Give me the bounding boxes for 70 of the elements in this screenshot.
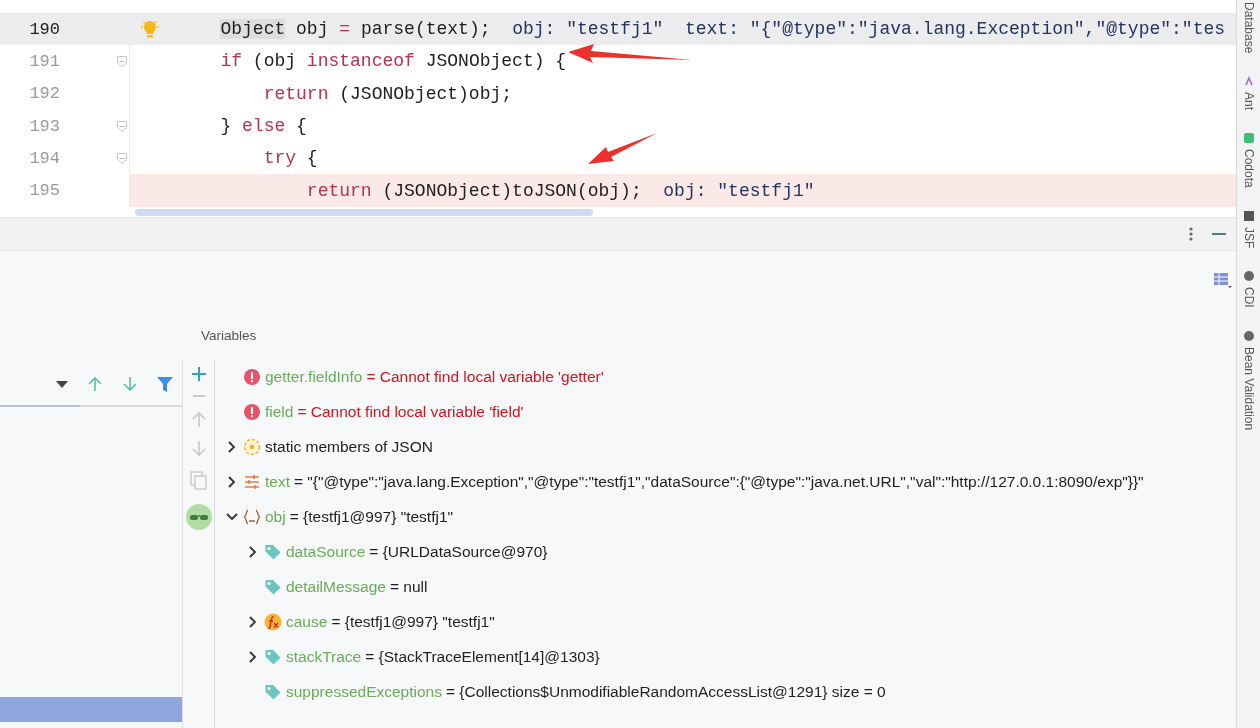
code-text: return (JSONObject)toJSON(obj); obj: "testfj1"	[305, 180, 815, 201]
fold-icon[interactable]	[116, 119, 128, 133]
tag-icon	[264, 647, 282, 666]
tool-window-tab[interactable]: Database	[1241, 2, 1256, 54]
copy-icon[interactable]	[190, 471, 207, 490]
variable-name[interactable]: stackTrace	[286, 647, 362, 666]
code-text: return (JSONObject)obj;	[262, 83, 513, 104]
tag-icon	[264, 682, 282, 701]
annotation-arrow	[588, 133, 657, 164]
variable-value: = {testfj1@997} "testfj1"	[289, 507, 453, 526]
move-up-icon[interactable]	[191, 411, 206, 427]
filter-icon[interactable]	[157, 376, 173, 392]
variable-name[interactable]: dataSource	[286, 542, 366, 561]
layout-icon[interactable]	[1214, 273, 1232, 289]
string-icon	[243, 472, 261, 491]
variable-name[interactable]: cause	[286, 612, 328, 631]
variable-name[interactable]: field	[265, 402, 294, 421]
variable-value: = {StackTraceElement[14]@1303}	[365, 647, 600, 666]
add-icon[interactable]	[191, 367, 206, 381]
line-number: 192	[28, 84, 60, 104]
variable-value: = "{"@type":"java.lang.Exception","@type":"testfj1","dataSource":{"@type":"java.net.URL","val":"http://127.0.0.1:8090/exp"}}"	[294, 472, 1144, 491]
arrow-up-icon[interactable]	[87, 376, 103, 392]
line-number: 193	[28, 116, 60, 136]
section-title: Variables	[201, 328, 258, 343]
line-number: 190	[28, 19, 60, 39]
tool-window-icon[interactable]	[1242, 210, 1255, 223]
line-number: 191	[28, 51, 60, 71]
code-text: try {	[262, 148, 318, 169]
more-options-icon[interactable]	[1188, 226, 1194, 242]
glasses-icon[interactable]	[185, 504, 212, 530]
static-icon	[243, 437, 261, 456]
code-text: Object obj = parse(text); obj: "testfj1" text: "{"@type":"java.lang.Exception","@type":"tes	[219, 19, 1226, 40]
error-icon	[243, 402, 261, 421]
tool-window-icon[interactable]	[1242, 330, 1255, 343]
code-text: if (obj instanceof JSONObject) {	[219, 51, 567, 72]
lightbulb-icon[interactable]	[140, 19, 160, 38]
tool-window-tab[interactable]: Ant	[1241, 92, 1256, 111]
fold-icon[interactable]	[116, 54, 128, 68]
variable-value: = Cannot find local variable 'field'	[297, 402, 524, 421]
tag-icon	[264, 577, 282, 596]
tool-window-tab[interactable]: Codota	[1241, 149, 1256, 189]
variable-name[interactable]: text	[265, 472, 290, 491]
line-number: 194	[28, 148, 60, 168]
variable-value: = {testfj1@997} "testfj1"	[331, 612, 495, 631]
function-icon	[264, 612, 282, 631]
fold-icon[interactable]	[116, 151, 128, 165]
tool-window-tab[interactable]: JSF	[1241, 227, 1256, 249]
variable-value: = null	[389, 577, 428, 596]
error-icon	[243, 367, 261, 386]
tool-window-icon[interactable]	[1242, 75, 1255, 88]
variable-name[interactable]: getter.fieldInfo	[265, 367, 363, 386]
tree-item-label[interactable]: static members of JSON	[265, 437, 433, 456]
tool-window-icon[interactable]	[1242, 270, 1255, 283]
variable-value: = Cannot find local variable 'getter'	[366, 367, 604, 386]
variable-name[interactable]: obj	[265, 507, 286, 526]
scrollbar-thumb[interactable]	[135, 208, 593, 216]
tool-window-tab[interactable]: Bean Validation	[1241, 347, 1256, 431]
object-icon	[243, 507, 261, 526]
code-text: } else {	[219, 116, 307, 137]
variable-value: = {Collections$UnmodifiableRandomAccessList@1291} size = 0	[445, 682, 886, 701]
move-down-icon[interactable]	[191, 441, 206, 457]
variable-name[interactable]: detailMessage	[286, 577, 386, 596]
arrow-down-icon[interactable]	[122, 376, 138, 392]
tool-window-tab[interactable]: CDI	[1241, 287, 1256, 309]
variable-value: = {URLDataSource@970}	[369, 542, 548, 561]
collapse-chevron-icon[interactable]	[224, 510, 238, 523]
line-number: 195	[28, 181, 60, 201]
dropdown-caret-icon[interactable]	[56, 380, 68, 388]
variable-name[interactable]: suppressedExceptions	[286, 682, 442, 701]
tag-icon	[264, 542, 282, 561]
